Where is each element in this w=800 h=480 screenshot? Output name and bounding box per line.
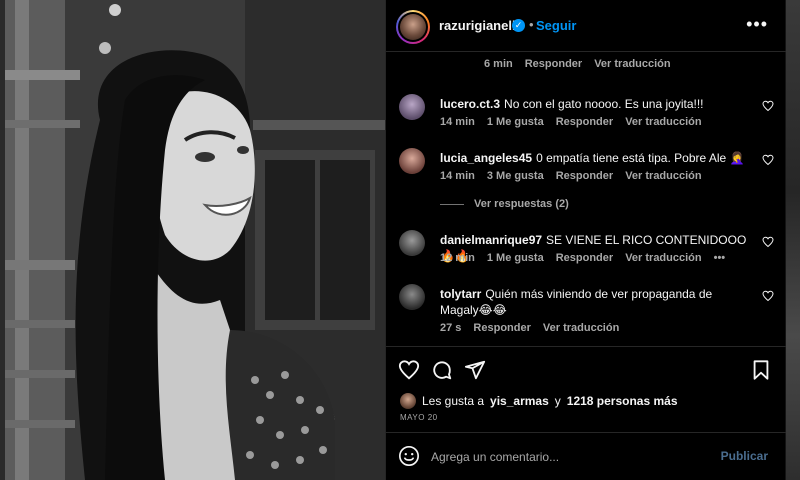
comment-time: 12 min	[440, 252, 475, 264]
emoji-picker-icon[interactable]	[398, 445, 420, 467]
author-avatar[interactable]	[396, 10, 430, 44]
comments-list[interactable]: 6 min Responder Ver traducción lucero.ct…	[386, 52, 786, 345]
reply-button[interactable]: Responder	[556, 170, 613, 182]
comment-text-row: tolytarr Quién más viniendo de ver propag…	[440, 286, 740, 318]
like-comment-heart-icon[interactable]	[762, 236, 774, 248]
reply-button[interactable]: Responder	[556, 252, 613, 264]
replies-divider	[440, 203, 464, 205]
view-replies-link[interactable]: Ver respuestas (2)	[440, 198, 569, 210]
author-username[interactable]: razurigianella	[439, 18, 523, 33]
post-date: MAYO 20	[400, 413, 438, 422]
reply-button[interactable]: Responder	[473, 322, 530, 334]
like-comment-heart-icon[interactable]	[762, 100, 774, 112]
comment-text: 0 empatía tiene está tipa. Pobre Ale 🤦‍♀…	[536, 151, 745, 165]
translate-button[interactable]: Ver traducción	[625, 116, 701, 128]
likes-prefix: Les gusta a	[422, 394, 485, 408]
liker-username[interactable]: yis_armas	[490, 394, 549, 408]
comment-time: 14 min	[440, 170, 475, 182]
post-photo[interactable]	[5, 0, 385, 480]
reply-button[interactable]: Responder	[556, 116, 613, 128]
comment-input[interactable]	[431, 448, 721, 466]
comment-bubble-icon[interactable]	[431, 359, 453, 381]
commenter-avatar[interactable]	[399, 284, 425, 310]
like-heart-icon[interactable]	[398, 359, 420, 381]
comment-meta: 14 min 3 Me gusta Responder Ver traducci…	[440, 170, 702, 182]
comment-composer: Publicar	[386, 432, 786, 480]
comment-options-icon[interactable]: •••	[714, 252, 726, 264]
commenter-avatar[interactable]	[399, 230, 425, 256]
commenter-username[interactable]: danielmanrique97	[440, 233, 542, 247]
comment-likes[interactable]: 3 Me gusta	[487, 170, 544, 182]
view-replies-label: Ver respuestas (2)	[474, 198, 569, 210]
likes-count[interactable]: 1218 personas más	[567, 394, 678, 408]
likes-connector: y	[554, 394, 561, 408]
like-comment-heart-icon[interactable]	[762, 154, 774, 166]
translate-button[interactable]: Ver traducción	[625, 252, 701, 264]
comment-time: 14 min	[440, 116, 475, 128]
more-options-icon[interactable]: •••	[746, 14, 768, 35]
follow-button[interactable]: Seguir	[536, 18, 576, 33]
post-action-bar	[386, 346, 786, 390]
post-header: razurigianella ✓ • Seguir •••	[386, 0, 786, 52]
translate-button[interactable]: Ver traducción	[594, 58, 670, 70]
comment-text: No con el gato noooo. Es una joyita!!!	[504, 97, 704, 111]
comment-meta: 27 s Responder Ver traducción	[440, 322, 619, 334]
header-separator: •	[529, 17, 534, 32]
liker-avatar[interactable]	[400, 393, 416, 409]
commenter-avatar[interactable]	[399, 94, 425, 120]
comment-text-row: lucia_angeles45 0 empatía tiene está tipa…	[440, 150, 760, 166]
like-comment-heart-icon[interactable]	[762, 290, 774, 302]
comment-likes[interactable]: 1 Me gusta	[487, 252, 544, 264]
portrait-image	[5, 0, 385, 480]
commenter-username[interactable]: lucia_angeles45	[440, 151, 532, 165]
publish-button[interactable]: Publicar	[721, 449, 768, 463]
comment-text-row: lucero.ct.3 No con el gato noooo. Es una …	[440, 96, 760, 112]
comment-time: 27 s	[440, 322, 462, 334]
reply-button[interactable]: Responder	[525, 58, 582, 70]
previous-comment-meta: 6 min Responder Ver traducción	[484, 58, 671, 70]
backdrop-right-edge	[786, 0, 800, 480]
commenter-avatar[interactable]	[399, 148, 425, 174]
commenter-username[interactable]: lucero.ct.3	[440, 97, 500, 111]
comment-time: 6 min	[484, 58, 513, 70]
comment-meta: 12 min 1 Me gusta Responder Ver traducci…	[440, 252, 725, 264]
save-bookmark-icon[interactable]	[750, 359, 772, 381]
comment-meta: 14 min 1 Me gusta Responder Ver traducci…	[440, 116, 702, 128]
comment-likes[interactable]: 1 Me gusta	[487, 116, 544, 128]
translate-button[interactable]: Ver traducción	[543, 322, 619, 334]
post-detail-panel: razurigianella ✓ • Seguir ••• 6 min Resp…	[385, 0, 786, 480]
likes-summary: Les gusta a yis_armas y 1218 personas má…	[400, 393, 678, 409]
translate-button[interactable]: Ver traducción	[625, 170, 701, 182]
share-paper-plane-icon[interactable]	[464, 359, 486, 381]
verified-badge-icon: ✓	[512, 19, 525, 32]
commenter-username[interactable]: tolytarr	[440, 287, 481, 301]
